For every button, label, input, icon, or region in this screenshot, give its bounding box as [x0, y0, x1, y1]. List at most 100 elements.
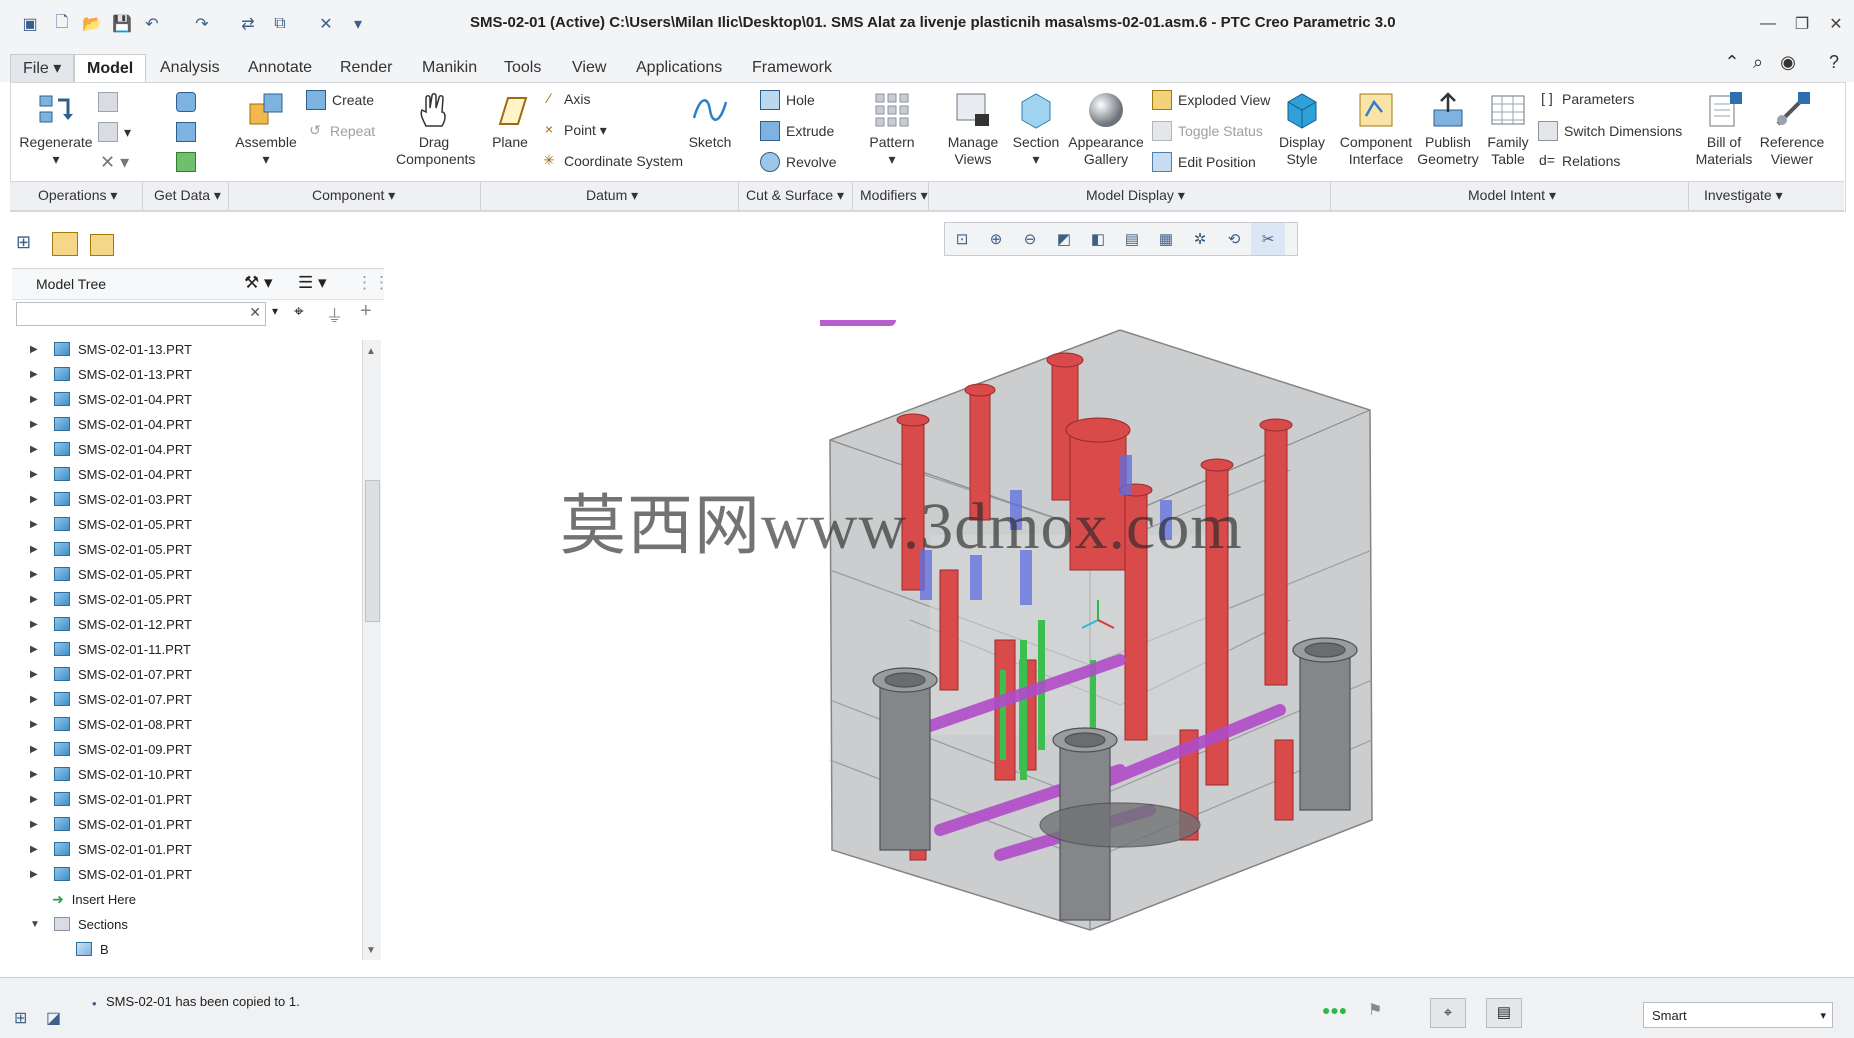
expand-icon[interactable]: ▶	[30, 694, 42, 705]
user-defined-feature-icon[interactable]	[176, 92, 202, 112]
expand-icon[interactable]: ▶	[30, 394, 42, 405]
expand-icon[interactable]: ▶	[30, 719, 42, 730]
sketch-button[interactable]: Sketch	[686, 90, 734, 151]
annotation-display-icon[interactable]: ✂	[1251, 223, 1285, 255]
assemble-button[interactable]: Assemble ▾	[232, 90, 300, 168]
coordinate-system-button[interactable]: ✳ Coordinate System	[540, 152, 683, 170]
tree-item[interactable]: ▶ SMS-02-01-13.PRT	[14, 337, 362, 361]
view-manager-icon[interactable]: ▦	[1149, 223, 1183, 255]
expand-icon[interactable]: ▶	[30, 519, 42, 530]
tab-analysis[interactable]: Analysis	[148, 54, 232, 82]
tree-item[interactable]: ▶ SMS-02-01-05.PRT	[14, 562, 362, 586]
tree-item[interactable]: ▶ SMS-02-01-01.PRT	[14, 862, 362, 886]
tab-manikin[interactable]: Manikin	[410, 54, 489, 82]
close-icon[interactable]: ✕	[1822, 12, 1850, 36]
expand-icon[interactable]: ▶	[30, 469, 42, 480]
search-icon[interactable]: ⌕	[1746, 50, 1770, 74]
expand-icon[interactable]: ▶	[30, 744, 42, 755]
expand-icon[interactable]: ▶	[30, 869, 42, 880]
expand-icon[interactable]: ▶	[30, 544, 42, 555]
tree-scrollbar[interactable]: ▲ ▼	[362, 340, 381, 960]
tab-file[interactable]: File ▾	[10, 54, 75, 84]
switch-dimensions-button[interactable]: Switch Dimensions	[1538, 121, 1682, 141]
tree-item[interactable]: ▶ SMS-02-01-10.PRT	[14, 762, 362, 786]
repaint-icon[interactable]: ◩	[1047, 223, 1081, 255]
display-style-small-icon[interactable]: ◧	[1081, 223, 1115, 255]
expand-icon[interactable]: ▶	[30, 494, 42, 505]
redo-icon[interactable]: ↷	[190, 12, 214, 36]
manage-views-button[interactable]: Manage Views	[944, 90, 1002, 168]
tab-render[interactable]: Render	[328, 54, 404, 82]
regenerate-quick-icon[interactable]: ⇄	[236, 12, 260, 36]
tree-item[interactable]: ▶ SMS-02-01-04.PRT	[14, 462, 362, 486]
group-model-intent[interactable]: Model Intent ▾	[1468, 187, 1556, 204]
edit-position-button[interactable]: Edit Position	[1152, 152, 1256, 172]
expand-icon[interactable]: ▶	[30, 444, 42, 455]
expand-icon[interactable]: ▶	[30, 794, 42, 805]
shrinkwrap-icon[interactable]	[176, 152, 202, 172]
relations-button[interactable]: d= Relations	[1538, 152, 1620, 170]
new-file-icon[interactable]: 🗋	[50, 12, 74, 36]
publish-geometry-button[interactable]: Publish Geometry	[1416, 90, 1480, 168]
expand-icon[interactable]: ▶	[30, 344, 42, 355]
tab-framework[interactable]: Framework	[740, 54, 844, 82]
tree-item[interactable]: ▶ SMS-02-01-07.PRT	[14, 687, 362, 711]
favorites-tab-icon[interactable]	[90, 234, 114, 256]
spin-center-icon[interactable]: ⟲	[1217, 223, 1251, 255]
tab-applications[interactable]: Applications	[624, 54, 734, 82]
group-component[interactable]: Component ▾	[312, 187, 395, 204]
section-b-item[interactable]: B	[14, 937, 362, 961]
tree-item[interactable]: ▶ SMS-02-01-08.PRT	[14, 712, 362, 736]
expand-icon[interactable]: ▶	[30, 669, 42, 680]
bill-of-materials-button[interactable]: Bill of Materials	[1692, 90, 1756, 168]
undo-icon[interactable]: ↶	[140, 12, 164, 36]
tree-item[interactable]: ▶ SMS-02-01-04.PRT	[14, 437, 362, 461]
create-button[interactable]: Create	[306, 90, 374, 110]
customize-toolbar-icon[interactable]: ▾	[346, 12, 370, 36]
insert-here-item[interactable]: ➜ Insert Here	[14, 887, 362, 911]
minimize-icon[interactable]: —	[1754, 12, 1782, 36]
flag-icon[interactable]: ⚑	[1368, 1000, 1382, 1020]
find-binoculars-icon[interactable]: ⌖	[294, 302, 304, 322]
tree-item[interactable]: ▶ SMS-02-01-12.PRT	[14, 612, 362, 636]
tree-item[interactable]: ▶ SMS-02-01-04.PRT	[14, 387, 362, 411]
scrollbar-thumb[interactable]	[365, 480, 380, 622]
extrude-button[interactable]: Extrude	[760, 121, 834, 141]
drag-components-button[interactable]: Drag Components	[396, 90, 475, 168]
tab-view[interactable]: View	[560, 54, 618, 82]
tree-settings-icon[interactable]: ⚒ ▾	[244, 273, 273, 293]
appearance-gallery-button[interactable]: Appearance Gallery	[1066, 90, 1146, 168]
hole-button[interactable]: Hole	[760, 90, 815, 110]
windows-icon[interactable]: ⧉	[268, 12, 292, 36]
community-icon[interactable]: ◉	[1776, 50, 1800, 74]
folder-browser-tab-icon[interactable]	[52, 232, 78, 256]
tree-item[interactable]: ▶ SMS-02-01-07.PRT	[14, 662, 362, 686]
filter-icon[interactable]: ⏚	[326, 302, 343, 327]
sections-item[interactable]: ▼ Sections	[14, 912, 362, 936]
family-table-button[interactable]: Family Table	[1484, 90, 1532, 168]
tree-item[interactable]: ▶ SMS-02-01-05.PRT	[14, 587, 362, 611]
tree-item[interactable]: ▶ SMS-02-01-01.PRT	[14, 812, 362, 836]
navigator-toggle-icon[interactable]: ⊞	[14, 1008, 27, 1028]
saved-orientations-icon[interactable]: ▤	[1115, 223, 1149, 255]
browser-toggle-icon[interactable]: ◪	[46, 1008, 61, 1028]
tab-annotate[interactable]: Annotate	[236, 54, 324, 82]
expand-icon[interactable]: ▶	[30, 594, 42, 605]
tree-item[interactable]: ▶ SMS-02-01-05.PRT	[14, 537, 362, 561]
tree-item[interactable]: ▶ SMS-02-01-01.PRT	[14, 837, 362, 861]
plane-button[interactable]: Plane	[490, 90, 530, 151]
expand-icon[interactable]: ▶	[30, 819, 42, 830]
axis-button[interactable]: ⁄ Axis	[540, 90, 591, 108]
copy-icon[interactable]	[98, 92, 124, 112]
zoom-in-icon[interactable]: ⊕	[979, 223, 1013, 255]
help-icon[interactable]: ?	[1822, 50, 1846, 74]
tree-item[interactable]: ▶ SMS-02-01-01.PRT	[14, 787, 362, 811]
paste-icon[interactable]: ▾	[98, 122, 131, 142]
restore-icon[interactable]: ❐	[1788, 12, 1816, 36]
group-datum[interactable]: Datum ▾	[586, 187, 638, 204]
regenerate-button[interactable]: Regenerate ▾	[18, 90, 94, 168]
group-cut-surface[interactable]: Cut & Surface ▾	[746, 187, 844, 204]
app-menu-icon[interactable]: ▣	[18, 12, 42, 36]
selection-filter-select[interactable]: Smart ▾	[1643, 1002, 1833, 1028]
tab-tools[interactable]: Tools	[492, 54, 553, 82]
